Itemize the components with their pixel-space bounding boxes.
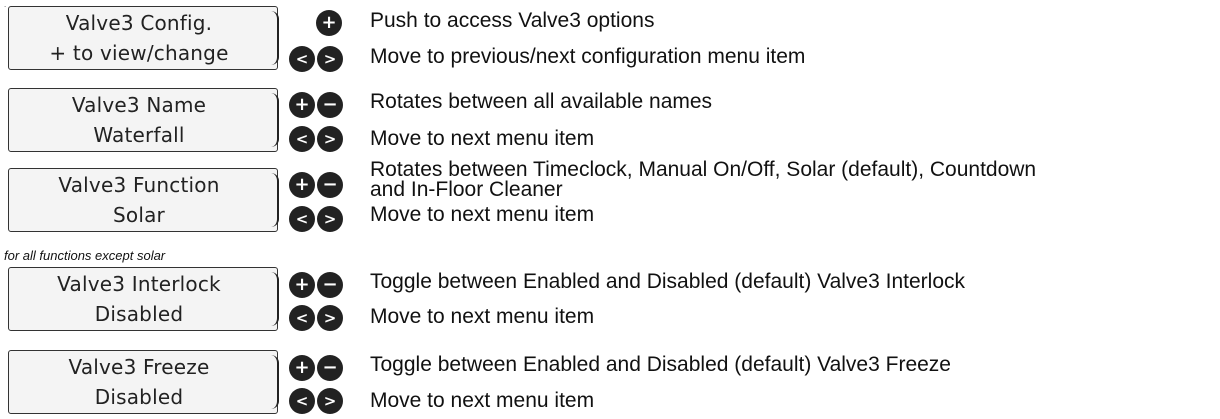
description-continued: and In-Floor Cleaner <box>370 178 563 201</box>
right-arrow-button-icon: > <box>317 46 343 72</box>
right-arrow-button-icon: > <box>317 388 343 414</box>
corner-mark: . <box>4 0 7 9</box>
lcd-screen-valve3-name: Valve3 Name Waterfall <box>8 88 279 152</box>
right-arrow-button-icon: > <box>317 126 343 152</box>
description: Rotates between Timeclock, Manual On/Off… <box>370 158 1037 181</box>
lcd-screen-valve3-freeze: Valve3 Freeze Disabled <box>8 350 279 414</box>
lcd-line-1: Valve3 Config. <box>65 11 213 35</box>
description: Move to next menu item <box>370 389 595 412</box>
minus-button-icon: − <box>317 172 343 198</box>
description: Move to next menu item <box>370 127 595 150</box>
left-arrow-button-icon: < <box>289 126 315 152</box>
minus-button-icon: − <box>317 272 343 298</box>
lcd-screen-valve3-function: Valve3 Function Solar <box>8 168 279 232</box>
lcd-line-1: Valve3 Name <box>71 93 207 117</box>
lcd-screen-valve3-config: Valve3 Config. + to view/change <box>8 6 279 70</box>
description: Move to next menu item <box>370 203 595 226</box>
lcd-line-1: Valve3 Interlock <box>57 272 221 296</box>
minus-button-icon: − <box>317 92 343 118</box>
minus-button-icon: − <box>317 355 343 381</box>
left-arrow-button-icon: < <box>289 206 315 232</box>
lcd-line-2: Waterfall <box>93 123 185 147</box>
note-text: for all functions except solar <box>4 248 166 263</box>
description: Toggle between Enabled and Disabled (def… <box>370 353 951 376</box>
lcd-line-2: + to view/change <box>49 41 229 65</box>
plus-button-icon: + <box>316 10 342 36</box>
lcd-line-2: Solar <box>113 203 165 227</box>
lcd-screen-valve3-interlock: Valve3 Interlock Disabled <box>8 267 279 331</box>
right-arrow-button-icon: > <box>317 305 343 331</box>
lcd-line-1: Valve3 Freeze <box>68 355 210 379</box>
description: Toggle between Enabled and Disabled (def… <box>370 270 965 293</box>
plus-button-icon: + <box>289 355 315 381</box>
lcd-line-1: Valve3 Function <box>58 173 220 197</box>
plus-button-icon: + <box>289 272 315 298</box>
lcd-line-2: Disabled <box>94 385 184 409</box>
left-arrow-button-icon: < <box>289 388 315 414</box>
description: Rotates between all available names <box>370 90 713 113</box>
left-arrow-button-icon: < <box>289 305 315 331</box>
plus-button-icon: + <box>289 172 315 198</box>
description: Move to next menu item <box>370 305 595 328</box>
description: Push to access Valve3 options <box>370 9 655 32</box>
lcd-line-2: Disabled <box>94 302 184 326</box>
left-arrow-button-icon: < <box>289 46 315 72</box>
plus-button-icon: + <box>289 92 315 118</box>
right-arrow-button-icon: > <box>317 206 343 232</box>
description: Move to previous/next configuration menu… <box>370 45 806 68</box>
